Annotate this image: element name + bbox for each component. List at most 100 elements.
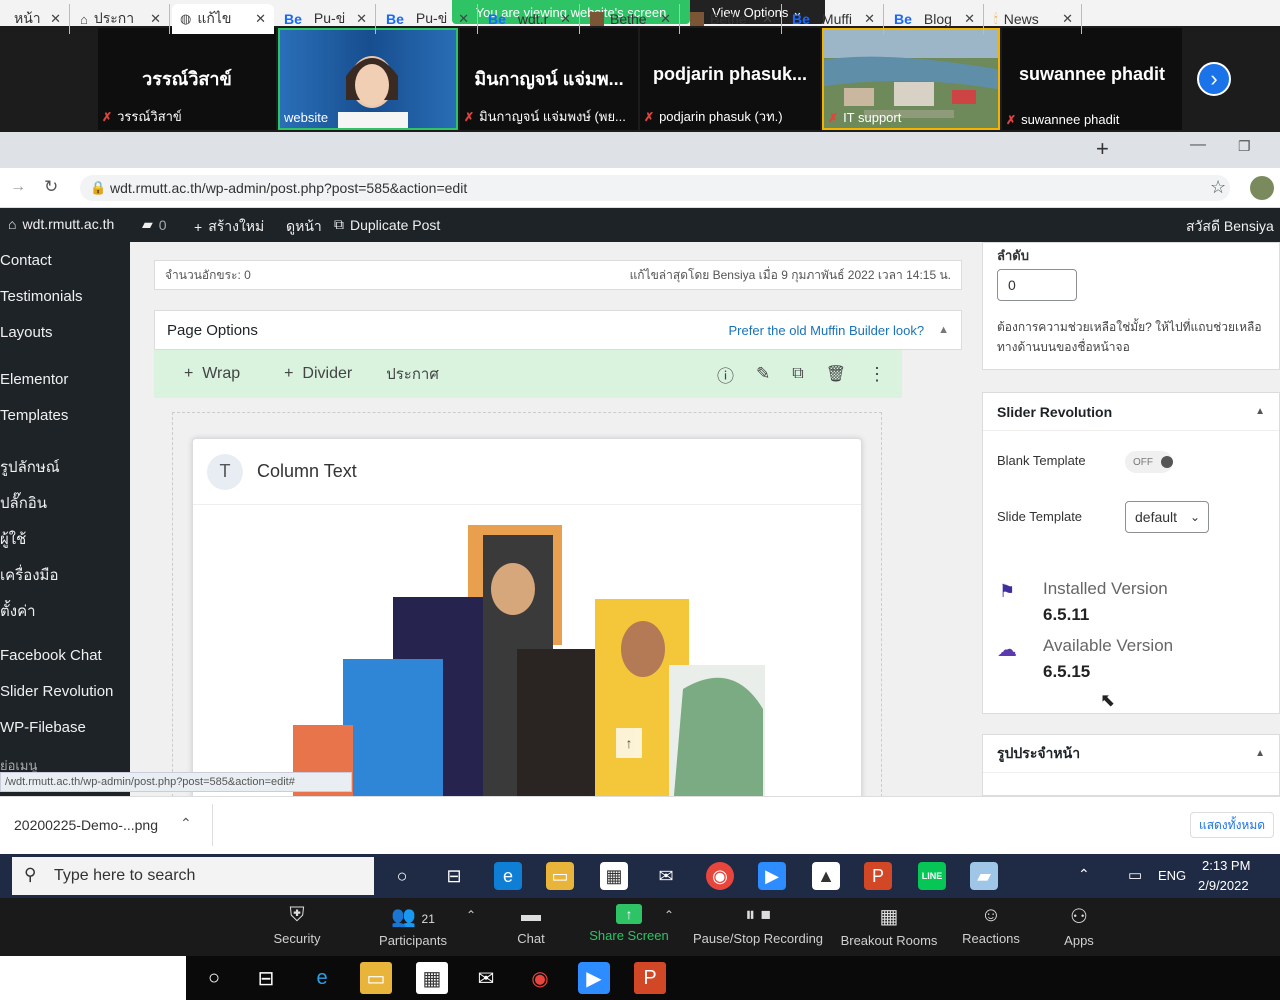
sidebar-item-users[interactable]: ผู้ใช้ <box>0 527 26 551</box>
browser-tab[interactable]: Be Pu-ข่ ✕ <box>276 4 376 34</box>
edge-icon[interactable]: e <box>494 862 522 890</box>
sidebar-item-templates[interactable]: Templates <box>0 407 68 424</box>
taskbar-search-input[interactable]: Type here to search <box>12 857 374 895</box>
close-icon[interactable]: ✕ <box>964 11 975 27</box>
close-icon[interactable]: ✕ <box>864 11 875 27</box>
scroll-to-top-icon[interactable]: ↑ <box>616 728 642 758</box>
security-button[interactable]: ⛨ Security <box>242 900 352 956</box>
add-divider-button[interactable]: + Divider <box>284 365 352 383</box>
close-icon[interactable]: ✕ <box>50 11 61 27</box>
edge-icon[interactable]: e <box>306 962 338 994</box>
forward-icon[interactable]: → <box>10 178 26 196</box>
edit-pencil-icon[interactable]: ✎ <box>756 364 770 384</box>
participants-button[interactable]: 👥 21 Participants <box>358 900 468 956</box>
wp-site-link[interactable]: ⌂ wdt.rmutt.ac.th <box>8 216 114 232</box>
url-input[interactable]: wdt.rmutt.ac.th/wp-admin/post.php?post=5… <box>80 175 1230 201</box>
participant-tile[interactable]: ✗ IT support <box>822 28 1000 130</box>
collapse-icon[interactable]: ▲ <box>1255 406 1265 417</box>
info-icon[interactable]: ⓘ <box>717 362 734 387</box>
chevron-up-icon[interactable]: ⌃ <box>180 815 192 832</box>
browser-tab[interactable]: Bethe ✕ <box>682 4 782 34</box>
collapse-icon[interactable]: ▲ <box>1255 748 1265 759</box>
sidebar-item-appearance[interactable]: รูปลักษณ์ <box>0 455 60 479</box>
powerpoint-icon[interactable]: P <box>634 962 666 994</box>
task-view-icon[interactable]: ⊟ <box>250 962 282 994</box>
zoom-icon[interactable]: ▶ <box>578 962 610 994</box>
cortana-icon[interactable]: ○ <box>388 862 416 890</box>
collapse-icon[interactable]: ▲ <box>938 324 949 336</box>
close-icon[interactable]: ✕ <box>255 11 266 27</box>
participant-tile[interactable]: วรรณ์วิสาข์ ✗ วรรณ์วิสาข์ <box>98 28 276 130</box>
network-icon[interactable]: ▭ <box>1128 866 1142 884</box>
blank-template-toggle[interactable]: OFF <box>1125 451 1173 473</box>
trash-icon[interactable]: 🗑 <box>826 364 846 384</box>
browser-tab[interactable]: Be Pu-ข่ ✕ <box>378 4 478 34</box>
store-icon[interactable]: ▦ <box>600 862 628 890</box>
language-indicator[interactable]: ENG <box>1158 868 1186 883</box>
close-icon[interactable]: ✕ <box>762 11 773 27</box>
chevron-up-icon[interactable]: ⌃ <box>664 908 674 922</box>
close-icon[interactable]: ✕ <box>150 11 161 27</box>
sidebar-item-settings[interactable]: ตั้งค่า <box>0 599 36 623</box>
browser-tab[interactable]: Bethe ✕ <box>582 4 680 34</box>
wp-view-link[interactable]: ดูหน้า <box>286 216 322 238</box>
download-item[interactable]: 20200225-Demo-...png <box>14 817 158 833</box>
chevron-up-icon[interactable]: ⌃ <box>466 908 476 922</box>
sidebar-item-testimonials[interactable]: Testimonials <box>0 288 83 305</box>
close-icon[interactable]: ✕ <box>458 11 469 27</box>
mail-icon[interactable]: ✉ <box>470 962 502 994</box>
pause-stop-recording-button[interactable]: ⏸ ⏹ Pause/Stop Recording <box>690 900 826 956</box>
photos-icon[interactable]: ▲ <box>812 862 840 890</box>
zoom-icon[interactable]: ▶ <box>758 862 786 890</box>
minimize-window-button[interactable]: — <box>1190 136 1206 154</box>
profile-avatar[interactable] <box>1250 176 1274 200</box>
browser-tab[interactable]: 🕯 News ✕ <box>986 4 1082 34</box>
sidebar-item-plugins[interactable]: ปลั๊กอิน <box>0 491 47 515</box>
show-all-downloads-button[interactable]: แสดงทั้งหมด <box>1190 812 1274 838</box>
task-view-icon[interactable]: ⊟ <box>440 862 468 890</box>
more-vertical-icon[interactable]: ⋮ <box>868 364 886 385</box>
order-input[interactable]: 0 <box>997 269 1077 301</box>
breakout-rooms-button[interactable]: ▦ Breakout Rooms <box>834 900 944 956</box>
participant-tile[interactable]: podjarin phasuk... ✗ podjarin phasuk (วท.… <box>640 28 820 130</box>
participant-tile[interactable]: suwannee phadit ✗ suwannee phadit <box>1002 28 1182 130</box>
wp-comments-link[interactable]: ▰ 0 <box>142 216 167 233</box>
sidebar-item-contact[interactable]: Contact <box>0 252 52 269</box>
file-explorer-icon[interactable]: ▭ <box>546 862 574 890</box>
browser-tab-active[interactable]: ◍ แก้ไข ✕ <box>172 4 274 34</box>
wp-new-link[interactable]: + สร้างใหม่ <box>194 216 264 238</box>
mail-icon[interactable]: ✉ <box>652 862 680 890</box>
line-icon[interactable]: LINE <box>918 862 946 890</box>
cortana-icon[interactable]: ○ <box>198 962 230 994</box>
wp-account-link[interactable]: สวัสดี Bensiya <box>1186 216 1274 238</box>
close-icon[interactable]: ✕ <box>356 11 367 27</box>
participant-tile[interactable]: มินกาญจน์ แจ่มพ... ✗ มินกาญจน์ แจ่มพงษ์ (… <box>460 28 638 130</box>
close-icon[interactable]: ✕ <box>660 11 671 27</box>
file-explorer-icon[interactable]: ▭ <box>360 962 392 994</box>
restore-window-button[interactable]: ❐ <box>1238 138 1251 155</box>
browser-tab[interactable]: Be Blog ✕ <box>886 4 984 34</box>
browser-tab[interactable]: หน้า ✕ <box>0 4 70 34</box>
chevron-up-icon[interactable]: ⌃ <box>1078 866 1090 883</box>
close-icon[interactable]: ✕ <box>560 11 571 27</box>
browser-tab[interactable]: Be wdt.r ✕ <box>480 4 580 34</box>
participant-tile[interactable]: website <box>278 28 458 130</box>
duplicate-post-link[interactable]: ⧉ Duplicate Post <box>334 216 440 233</box>
sidebar-item-facebook-chat[interactable]: Facebook Chat <box>0 647 102 664</box>
column-text-item[interactable]: T Column Text <box>192 438 862 796</box>
sidebar-item-tools[interactable]: เครื่องมือ <box>0 563 58 587</box>
close-icon[interactable]: ✕ <box>1062 11 1073 27</box>
browser-tab[interactable]: ⌂ ประกา ✕ <box>72 4 170 34</box>
star-bookmark-icon[interactable]: ☆ <box>1210 177 1226 198</box>
next-participants-button[interactable]: › <box>1197 62 1231 96</box>
chat-button[interactable]: ▬ Chat <box>476 900 586 956</box>
sidebar-item-slider-revolution[interactable]: Slider Revolution <box>0 683 113 700</box>
reload-icon[interactable]: ↻ <box>44 177 58 197</box>
add-wrap-button[interactable]: + Wrap <box>184 365 240 383</box>
app-icon[interactable]: ▰ <box>970 862 998 890</box>
new-tab-button[interactable]: + <box>1096 136 1109 162</box>
sidebar-item-layouts[interactable]: Layouts <box>0 324 53 341</box>
prefer-old-builder-link[interactable]: Prefer the old Muffin Builder look? <box>729 323 925 338</box>
sidebar-item-wp-filebase[interactable]: WP-Filebase <box>0 719 86 736</box>
store-icon[interactable]: ▦ <box>416 962 448 994</box>
